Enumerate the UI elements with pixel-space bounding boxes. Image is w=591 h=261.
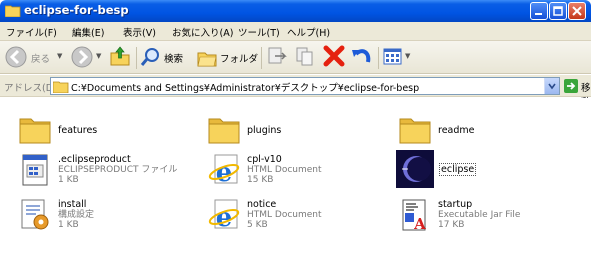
chevron-down-icon bbox=[548, 83, 556, 90]
file-item[interactable]: install 構成設定 1 KB bbox=[18, 198, 168, 234]
ie-html-icon: e bbox=[208, 154, 240, 187]
forward-dropdown-icon[interactable]: ▼ bbox=[96, 52, 101, 60]
search-label: 検索 bbox=[164, 54, 184, 65]
back-arrow-icon bbox=[5, 46, 27, 68]
menu-edit[interactable]: 編集(E) bbox=[72, 25, 104, 39]
address-dropdown-button[interactable] bbox=[544, 78, 559, 94]
close-button[interactable] bbox=[568, 2, 586, 20]
title-bar[interactable]: eclipse-for-besp bbox=[0, 0, 591, 22]
file-type: Executable Jar File bbox=[438, 210, 521, 220]
forward-button[interactable]: ▼ bbox=[70, 44, 104, 70]
file-type: HTML Document bbox=[247, 210, 322, 220]
ie-html-icon: e bbox=[208, 199, 240, 232]
folder-icon bbox=[399, 118, 431, 144]
search-icon bbox=[140, 48, 159, 66]
forward-arrow-icon bbox=[71, 46, 93, 68]
menu-bar: ファイル(F) 編集(E) 表示(V) お気に入り(A) ツール(T) ヘルプ(… bbox=[0, 22, 591, 63]
folders-label: フォルダ bbox=[220, 54, 259, 65]
toolbar-separator bbox=[261, 47, 262, 69]
file-type: ECLIPSEPRODUCT ファイル bbox=[58, 165, 178, 175]
file-name: readme bbox=[438, 125, 475, 136]
file-item[interactable]: e cpl-v10 HTML Document 15 KB bbox=[207, 153, 357, 189]
minimize-icon bbox=[535, 13, 542, 15]
menu-tools[interactable]: ツール(T) bbox=[238, 25, 280, 39]
svg-text:e: e bbox=[216, 158, 233, 187]
views-dropdown-icon: ▼ bbox=[405, 52, 411, 60]
search-button[interactable]: 検索 bbox=[140, 44, 192, 70]
folders-icon bbox=[197, 52, 217, 67]
toolbar-separator bbox=[136, 47, 137, 69]
file-size: 17 KB bbox=[438, 220, 465, 230]
minimize-button[interactable] bbox=[530, 2, 548, 20]
copy-to-icon bbox=[296, 47, 313, 66]
back-dropdown-icon[interactable]: ▼ bbox=[57, 52, 62, 60]
file-name: cpl-v10 bbox=[247, 154, 282, 165]
move-to-button[interactable] bbox=[266, 44, 290, 70]
address-bar: アドレス(D) C:¥Documents and Settings¥Admini… bbox=[0, 75, 591, 108]
file-item[interactable]: e notice HTML Document 5 KB bbox=[207, 198, 357, 234]
go-arrow-icon bbox=[564, 79, 578, 93]
generic-file-icon bbox=[22, 154, 48, 186]
file-size: 1 KB bbox=[58, 175, 79, 185]
folder-icon bbox=[19, 118, 51, 144]
views-button[interactable]: ▼ bbox=[382, 44, 412, 70]
ini-settings-icon bbox=[21, 199, 49, 230]
file-name: .eclipseproduct bbox=[58, 154, 131, 165]
eclipse-icon bbox=[396, 150, 434, 188]
file-item[interactable]: plugins bbox=[207, 113, 357, 149]
file-type: 構成設定 bbox=[58, 210, 95, 220]
file-name: features bbox=[58, 125, 98, 136]
menu-favorites[interactable]: お気に入り(A) bbox=[172, 25, 233, 39]
file-name: eclipse bbox=[438, 163, 477, 176]
folder-icon bbox=[208, 118, 240, 144]
up-folder-button[interactable] bbox=[108, 44, 132, 70]
file-type: HTML Document bbox=[247, 165, 322, 175]
file-item[interactable]: .eclipseproduct ECLIPSEPRODUCT ファイル 1 KB bbox=[18, 153, 198, 189]
svg-text:A: A bbox=[413, 215, 426, 232]
file-item[interactable]: features bbox=[18, 113, 168, 149]
file-list: features plugins readme .eclipseproduct … bbox=[0, 98, 591, 261]
file-size: 1 KB bbox=[58, 220, 79, 230]
window-title: eclipse-for-besp bbox=[24, 3, 129, 17]
address-path: C:¥Documents and Settings¥Administrator¥… bbox=[71, 83, 420, 94]
back-label: 戻る bbox=[31, 54, 51, 65]
jar-file-icon: A bbox=[402, 199, 426, 232]
back-button[interactable]: 戻る ▼ bbox=[4, 44, 66, 70]
toolbar-separator bbox=[378, 47, 379, 69]
address-label: アドレス(D) bbox=[4, 83, 57, 94]
file-item[interactable]: eclipse bbox=[396, 150, 546, 190]
move-to-icon bbox=[268, 47, 287, 64]
menu-view[interactable]: 表示(V) bbox=[123, 25, 156, 39]
undo-icon bbox=[352, 49, 371, 63]
folder-icon bbox=[5, 5, 21, 17]
copy-to-button[interactable] bbox=[294, 44, 318, 70]
folder-icon bbox=[53, 81, 69, 93]
file-name: startup bbox=[438, 199, 473, 210]
folders-button[interactable]: フォルダ bbox=[196, 44, 259, 70]
file-size: 15 KB bbox=[247, 175, 274, 185]
file-size: 5 KB bbox=[247, 220, 268, 230]
file-name: plugins bbox=[247, 125, 282, 136]
undo-button[interactable] bbox=[350, 44, 374, 70]
toolbar: 戻る ▼ ▼ 検索 フォルダ ▼ bbox=[0, 41, 591, 74]
address-input[interactable]: C:¥Documents and Settings¥Administrator¥… bbox=[50, 77, 560, 95]
menu-help[interactable]: ヘルプ(H) bbox=[287, 25, 330, 39]
views-icon bbox=[383, 48, 402, 65]
file-name: install bbox=[58, 199, 87, 210]
maximize-button[interactable] bbox=[549, 2, 567, 20]
file-name: notice bbox=[247, 199, 277, 210]
close-icon bbox=[572, 6, 582, 16]
file-item[interactable]: A startup Executable Jar File 17 KB bbox=[398, 198, 548, 234]
file-item[interactable]: readme bbox=[398, 113, 548, 149]
delete-icon bbox=[323, 45, 345, 67]
menu-file[interactable]: ファイル(F) bbox=[6, 25, 57, 39]
up-folder-icon bbox=[110, 46, 130, 66]
delete-button[interactable] bbox=[322, 44, 346, 70]
maximize-icon bbox=[553, 6, 563, 16]
svg-text:e: e bbox=[216, 203, 233, 232]
